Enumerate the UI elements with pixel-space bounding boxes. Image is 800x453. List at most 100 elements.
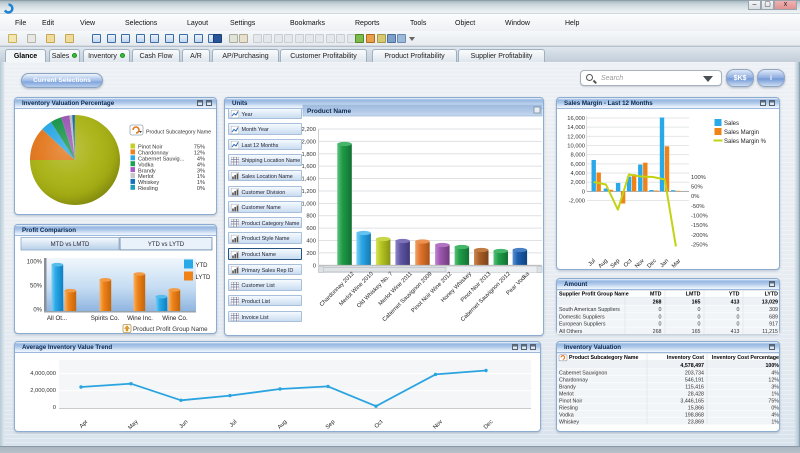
svg-text:1,400: 1,400 bbox=[301, 177, 316, 183]
svg-text:YTD vs LYTD: YTD vs LYTD bbox=[148, 242, 185, 248]
svg-text:4%: 4% bbox=[771, 412, 779, 418]
svg-text:Cabernet Sauvignon: Cabernet Sauvignon bbox=[559, 370, 607, 376]
svg-text:Sales: Sales bbox=[724, 121, 739, 127]
svg-text:Dec: Dec bbox=[646, 258, 658, 270]
svg-text:All Ot...: All Ot... bbox=[47, 315, 68, 322]
svg-text:413: 413 bbox=[731, 329, 740, 334]
svg-text:Sep: Sep bbox=[610, 258, 622, 270]
svg-text:YTD: YTD bbox=[729, 292, 740, 298]
svg-text:May: May bbox=[127, 419, 139, 431]
svg-text:1,600: 1,600 bbox=[301, 164, 316, 170]
svg-text:400: 400 bbox=[306, 239, 316, 245]
svg-text:268: 268 bbox=[653, 300, 662, 306]
svg-text:South American Suppliers: South American Suppliers bbox=[559, 307, 620, 313]
svg-text:-250%: -250% bbox=[691, 242, 708, 248]
svg-text:198,868: 198,868 bbox=[685, 412, 704, 418]
svg-text:6,000: 6,000 bbox=[570, 162, 585, 168]
svg-text:0: 0 bbox=[737, 314, 740, 320]
svg-text:1,800: 1,800 bbox=[301, 152, 316, 158]
svg-text:10,000: 10,000 bbox=[567, 144, 585, 150]
svg-text:0: 0 bbox=[698, 314, 701, 320]
svg-text:All Others: All Others bbox=[559, 329, 583, 334]
svg-text:3,446,165: 3,446,165 bbox=[680, 398, 704, 404]
svg-text:2,200: 2,200 bbox=[301, 127, 316, 133]
svg-text:Oct: Oct bbox=[623, 258, 634, 269]
svg-text:50%: 50% bbox=[30, 284, 43, 290]
svg-text:4,000: 4,000 bbox=[570, 171, 585, 177]
svg-text:Sep: Sep bbox=[325, 419, 337, 431]
svg-text:0: 0 bbox=[582, 189, 585, 195]
svg-text:European Suppliers: European Suppliers bbox=[559, 322, 606, 328]
svg-text:11,215: 11,215 bbox=[762, 329, 778, 334]
svg-text:0: 0 bbox=[737, 322, 740, 328]
svg-text:28,428: 28,428 bbox=[688, 391, 704, 397]
svg-text:-200%: -200% bbox=[691, 233, 708, 239]
svg-text:75%: 75% bbox=[768, 398, 779, 404]
svg-text:Product Name: Product Name bbox=[307, 108, 351, 115]
svg-text:2,000,000: 2,000,000 bbox=[30, 388, 56, 394]
svg-text:12,000: 12,000 bbox=[567, 134, 585, 140]
svg-text:Chardonnay 2012: Chardonnay 2012 bbox=[319, 271, 356, 308]
svg-text:203,734: 203,734 bbox=[685, 370, 704, 376]
svg-text:200: 200 bbox=[306, 251, 316, 257]
svg-text:LYTD: LYTD bbox=[765, 292, 779, 298]
svg-text:0: 0 bbox=[737, 307, 740, 313]
svg-text:Merlot Wine 2011: Merlot Wine 2011 bbox=[378, 271, 414, 307]
svg-text:Apr: Apr bbox=[79, 419, 90, 430]
svg-text:800: 800 bbox=[306, 214, 316, 220]
svg-text:413: 413 bbox=[731, 300, 740, 306]
svg-text:Inventory Cost: Inventory Cost bbox=[667, 355, 704, 361]
svg-text:546,191: 546,191 bbox=[685, 377, 704, 383]
svg-text:Wine Inc.: Wine Inc. bbox=[127, 315, 153, 322]
svg-text:Merlot Wine 2010: Merlot Wine 2010 bbox=[338, 271, 374, 307]
svg-text:Riesling: Riesling bbox=[559, 405, 578, 411]
svg-text:Nov: Nov bbox=[432, 419, 444, 431]
svg-text:YTD: YTD bbox=[196, 263, 209, 269]
svg-text:Vodka: Vodka bbox=[559, 412, 574, 418]
svg-text:23,869: 23,869 bbox=[688, 419, 704, 425]
svg-text:100%: 100% bbox=[27, 260, 43, 266]
svg-text:Jul: Jul bbox=[229, 419, 238, 428]
svg-text:Chardonnay: Chardonnay bbox=[559, 377, 588, 383]
svg-text:Aug: Aug bbox=[598, 258, 610, 270]
svg-text:14,000: 14,000 bbox=[567, 125, 585, 131]
svg-text:1,000: 1,000 bbox=[301, 201, 316, 207]
svg-text:917: 917 bbox=[769, 322, 778, 328]
svg-text:12%: 12% bbox=[768, 377, 779, 383]
svg-text:MTD: MTD bbox=[650, 292, 662, 298]
svg-text:1%: 1% bbox=[771, 419, 779, 425]
svg-text:600: 600 bbox=[306, 226, 316, 232]
svg-text:0%: 0% bbox=[691, 194, 699, 200]
svg-text:-100%: -100% bbox=[691, 214, 708, 220]
svg-text:Product Subcategory Name: Product Subcategory Name bbox=[146, 130, 211, 136]
svg-text:100%: 100% bbox=[765, 363, 779, 369]
svg-text:Merlot: Merlot bbox=[559, 391, 574, 397]
svg-text:MTD vs LMTD: MTD vs LMTD bbox=[51, 242, 90, 248]
svg-text:3%: 3% bbox=[771, 384, 779, 390]
svg-text:Sales Margin %: Sales Margin % bbox=[724, 139, 767, 145]
svg-text:-50%: -50% bbox=[691, 204, 705, 210]
svg-text:Sales Margin: Sales Margin bbox=[724, 130, 759, 136]
svg-text:16,000: 16,000 bbox=[567, 116, 585, 122]
svg-text:0%: 0% bbox=[197, 186, 205, 192]
svg-text:Pinot Noir: Pinot Noir bbox=[559, 398, 582, 404]
svg-text:Spirits Co.: Spirits Co. bbox=[91, 315, 120, 322]
svg-text:LMTD: LMTD bbox=[686, 292, 701, 298]
svg-text:100%: 100% bbox=[691, 175, 706, 181]
svg-text:Riesling: Riesling bbox=[138, 186, 158, 192]
svg-text:0: 0 bbox=[313, 263, 316, 269]
svg-text:4%: 4% bbox=[771, 370, 779, 376]
svg-text:8,000: 8,000 bbox=[570, 153, 585, 159]
svg-text:LYTD: LYTD bbox=[196, 275, 212, 281]
svg-text:Domestic Suppliers: Domestic Suppliers bbox=[559, 314, 605, 320]
svg-text:1%: 1% bbox=[771, 391, 779, 397]
svg-text:2,000: 2,000 bbox=[570, 180, 585, 186]
svg-text:Oct: Oct bbox=[374, 419, 385, 430]
svg-text:4,578,497: 4,578,497 bbox=[680, 363, 704, 369]
svg-text:Jan: Jan bbox=[659, 258, 670, 269]
svg-text:Product Subcategory Name: Product Subcategory Name bbox=[569, 355, 639, 361]
svg-text:689: 689 bbox=[769, 314, 778, 320]
svg-text:0%: 0% bbox=[771, 405, 779, 411]
svg-text:0: 0 bbox=[53, 405, 56, 411]
svg-text:0: 0 bbox=[698, 307, 701, 313]
